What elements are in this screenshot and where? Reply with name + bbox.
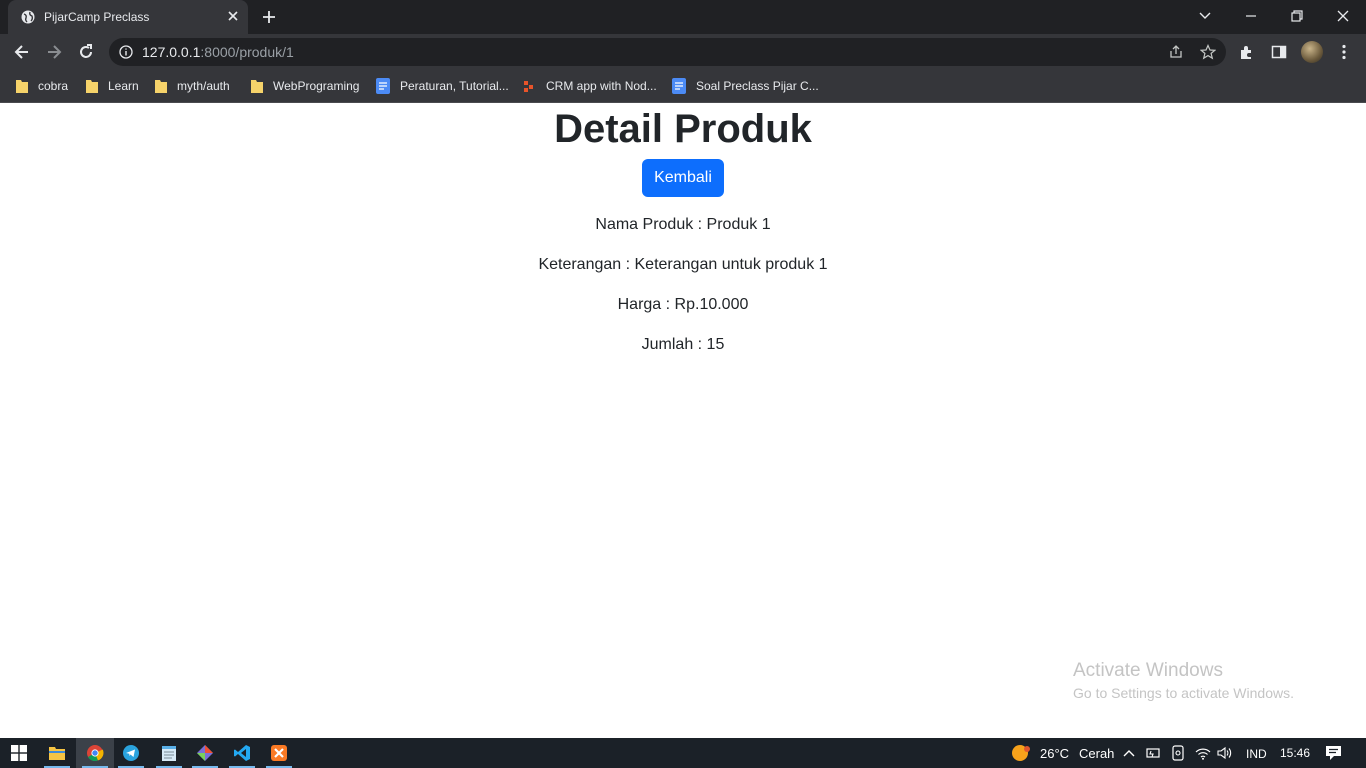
bookmark-label: WebPrograming (273, 79, 360, 93)
close-tab-icon[interactable] (226, 9, 240, 23)
close-window-icon[interactable] (1334, 7, 1352, 25)
vscode-icon (234, 745, 250, 761)
google-docs-icon (376, 78, 390, 94)
volume-icon[interactable] (1217, 746, 1233, 760)
taskbar-telegram[interactable] (112, 738, 150, 768)
show-hidden-icons-icon[interactable] (1123, 748, 1135, 758)
taskbar-git[interactable] (186, 738, 224, 768)
menu-kebab-icon[interactable] (1335, 43, 1353, 61)
bookmark-label: CRM app with Nod... (546, 79, 657, 93)
browser-chrome: PijarCamp Preclass 127.0.0.1:8000/produk… (0, 0, 1366, 103)
back-icon[interactable] (12, 42, 32, 62)
side-panel-icon[interactable] (1270, 43, 1288, 61)
power-battery-icon[interactable] (1145, 746, 1161, 760)
taskbar-chrome[interactable] (76, 738, 114, 768)
folder-icon (155, 80, 167, 93)
bookmark-label: Peraturan, Tutorial... (400, 79, 509, 93)
language-indicator[interactable]: IND (1246, 747, 1267, 761)
watermark-title: Activate Windows (1073, 660, 1223, 681)
bookmark-webprograming[interactable]: WebPrograming (251, 77, 359, 95)
taskbar-vscode[interactable] (223, 738, 261, 768)
folder-icon (16, 80, 28, 93)
bookmark-soal-preclass[interactable]: Soal Preclass Pijar C... (672, 77, 819, 95)
site-info-icon[interactable] (119, 45, 133, 59)
page-content: Detail Produk Kembali Nama Produk : Prod… (0, 103, 1366, 738)
restore-icon[interactable] (1288, 7, 1306, 25)
tab-strip: PijarCamp Preclass (0, 0, 1366, 34)
git-icon (197, 745, 213, 761)
profile-avatar[interactable] (1301, 41, 1323, 63)
clock[interactable]: 15:46 (1280, 746, 1310, 760)
telegram-icon (123, 745, 139, 761)
minimize-icon[interactable] (1242, 7, 1260, 25)
url-text[interactable]: 127.0.0.1:8000/produk/1 (142, 44, 294, 60)
tab-search-icon[interactable] (1196, 7, 1214, 25)
reload-icon[interactable] (76, 42, 96, 62)
notification-center-icon[interactable] (1325, 745, 1342, 761)
weather-temperature[interactable]: 26°C (1040, 746, 1069, 761)
product-quantity-line: Jumlah : 15 (641, 336, 725, 353)
windows-taskbar: 26°C Cerah IND 15:46 (0, 738, 1366, 768)
file-explorer-icon (49, 747, 65, 760)
bookmark-cobra[interactable]: cobra (16, 77, 68, 95)
url-host: 127.0.0.1 (142, 44, 201, 60)
bookmarks-bar: cobra Learn myth/auth WebPrograming Pera… (0, 70, 1366, 103)
weather-icon[interactable] (1010, 742, 1034, 764)
chrome-icon (87, 745, 104, 762)
bookmark-crm-app[interactable]: CRM app with Nod... (522, 77, 657, 95)
taskbar-xampp[interactable] (260, 738, 298, 768)
bookmark-myth-auth[interactable]: myth/auth (155, 77, 230, 95)
address-bar[interactable]: 127.0.0.1:8000/produk/1 (109, 38, 1226, 66)
page-title: Detail Produk (554, 107, 812, 151)
bookmark-label: Soal Preclass Pijar C... (696, 79, 819, 93)
product-description-line: Keterangan : Keterangan untuk produk 1 (538, 256, 828, 273)
windows-logo-icon (11, 745, 27, 761)
watermark-subtitle: Go to Settings to activate Windows. (1073, 685, 1294, 701)
folder-icon (251, 80, 263, 93)
product-name-line: Nama Produk : Produk 1 (595, 216, 771, 233)
taskbar-file-explorer[interactable] (38, 738, 76, 768)
google-docs-icon (672, 78, 686, 94)
bookmark-peraturan[interactable]: Peraturan, Tutorial... (376, 77, 509, 95)
back-button[interactable]: Kembali (642, 159, 724, 197)
weather-description[interactable]: Cerah (1079, 746, 1114, 761)
meet-now-icon[interactable] (1171, 745, 1185, 761)
browser-toolbar: 127.0.0.1:8000/produk/1 (0, 34, 1366, 70)
bookmark-star-icon[interactable] (1200, 44, 1216, 60)
xampp-icon (271, 745, 287, 761)
browser-tab[interactable]: PijarCamp Preclass (8, 0, 248, 34)
url-path: :8000/produk/1 (200, 44, 294, 60)
tab-title: PijarCamp Preclass (44, 10, 150, 24)
bookmark-label: cobra (38, 79, 69, 93)
forward-icon[interactable] (44, 42, 64, 62)
globe-icon (21, 10, 35, 24)
bookmark-label: myth/auth (177, 79, 230, 93)
extensions-icon[interactable] (1238, 43, 1256, 61)
share-icon[interactable] (1168, 44, 1184, 60)
start-button[interactable] (0, 738, 38, 768)
wifi-icon[interactable] (1195, 746, 1211, 760)
product-price-line: Harga : Rp.10.000 (617, 296, 749, 313)
taskbar-notepad[interactable] (150, 738, 188, 768)
new-tab-icon[interactable] (261, 9, 277, 25)
bookmark-label: Learn (108, 79, 139, 93)
activate-windows-watermark: Activate Windows Go to Settings to activ… (1073, 660, 1294, 704)
site-favicon-icon (524, 81, 533, 92)
notepad-icon (162, 746, 176, 761)
bookmark-learn[interactable]: Learn (86, 77, 139, 95)
folder-icon (86, 80, 98, 93)
